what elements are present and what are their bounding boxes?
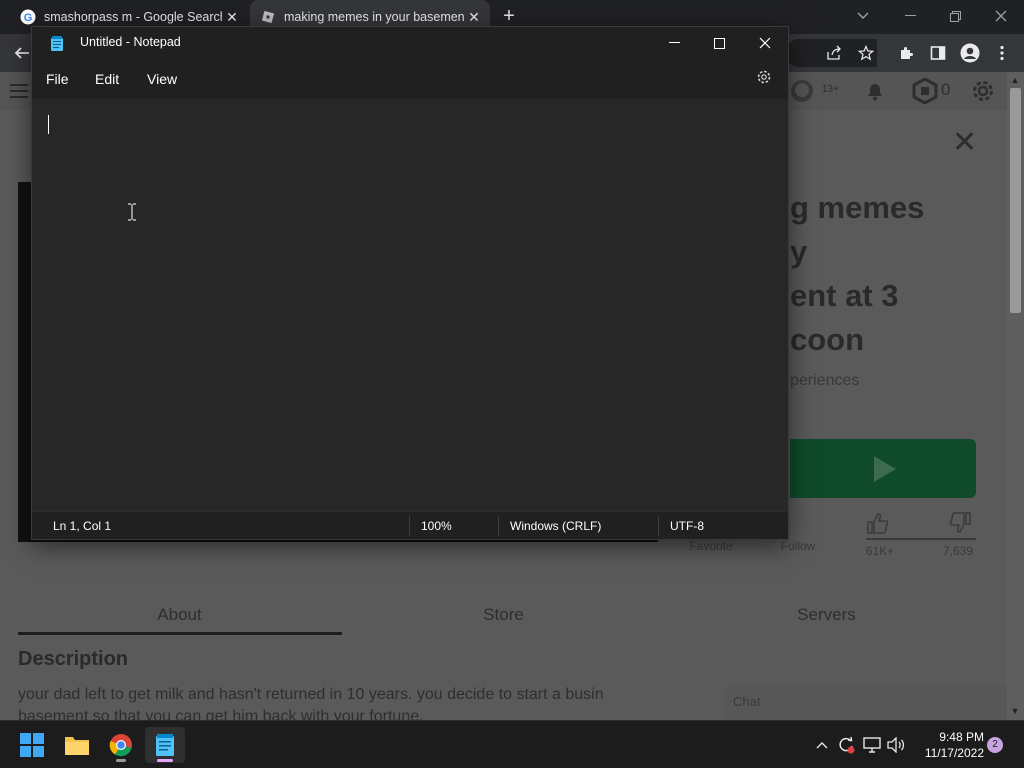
follow-label[interactable]: Follow bbox=[776, 539, 820, 553]
modal-close-icon[interactable]: ✕ bbox=[952, 128, 977, 158]
cursor-position: Ln 1, Col 1 bbox=[53, 519, 112, 533]
chrome-icon bbox=[109, 734, 132, 757]
menu-file[interactable]: File bbox=[46, 71, 69, 87]
tab-close-icon[interactable]: ✕ bbox=[222, 7, 242, 27]
menu-view[interactable]: View bbox=[147, 71, 177, 87]
like-count: 61K+ bbox=[865, 544, 895, 558]
notification-center-badge[interactable]: 2 bbox=[987, 737, 1003, 753]
notepad-menubar: File Edit View bbox=[32, 59, 788, 99]
status-divider bbox=[409, 516, 410, 536]
notification-bell-icon[interactable] bbox=[864, 80, 886, 107]
notepad-minimize-icon[interactable] bbox=[651, 27, 697, 59]
scroll-down-arrow-icon[interactable]: ▼ bbox=[1009, 705, 1021, 717]
thumbs-up-icon[interactable] bbox=[866, 512, 890, 539]
tab-store[interactable]: Store bbox=[342, 605, 665, 625]
browser-restore-icon[interactable] bbox=[938, 4, 972, 28]
bookmark-star-icon[interactable] bbox=[854, 41, 878, 65]
game-title-line-1: g memes bbox=[790, 190, 925, 225]
tab-close-icon[interactable]: ✕ bbox=[464, 7, 484, 27]
google-icon: G bbox=[20, 9, 36, 25]
scroll-up-arrow-icon[interactable]: ▲ bbox=[1009, 74, 1021, 86]
robux-count: 0 bbox=[941, 80, 951, 99]
play-button[interactable] bbox=[790, 439, 976, 498]
hamburger-menu-icon[interactable] bbox=[10, 84, 28, 98]
active-tab-indicator bbox=[18, 632, 342, 635]
ibeam-cursor-icon bbox=[127, 203, 137, 221]
windows-logo-icon bbox=[20, 733, 44, 757]
show-hidden-icons-chevron-icon[interactable] bbox=[812, 735, 832, 755]
new-tab-button[interactable]: + bbox=[498, 6, 520, 28]
game-creator-subtitle: periences bbox=[790, 372, 860, 389]
tab-search-chevron-icon[interactable] bbox=[846, 4, 880, 28]
zoom-level: 100% bbox=[421, 519, 452, 533]
thumbs-down-icon[interactable] bbox=[948, 512, 972, 539]
scrollbar-thumb[interactable] bbox=[1010, 88, 1021, 313]
line-ending: Windows (CRLF) bbox=[510, 519, 602, 533]
tab-servers[interactable]: Servers bbox=[665, 605, 988, 625]
notepad-window: Untitled - Notepad File Edit View Ln 1, … bbox=[31, 26, 789, 540]
play-triangle-icon bbox=[874, 455, 896, 482]
tab-title: smashorpass m - Google Search bbox=[44, 10, 222, 24]
windows-taskbar: 9:48 PM 11/17/2022 2 bbox=[0, 720, 1024, 768]
network-icon[interactable] bbox=[862, 735, 882, 755]
game-title-line-4: coon bbox=[790, 322, 865, 357]
side-panel-icon[interactable] bbox=[926, 41, 950, 65]
clock-date: 11/17/2022 bbox=[924, 746, 984, 760]
notepad-text-area[interactable] bbox=[32, 99, 788, 511]
favorite-label[interactable]: Favorite bbox=[686, 539, 736, 553]
folder-icon bbox=[65, 737, 89, 755]
browser-minimize-icon[interactable] bbox=[893, 4, 927, 28]
chrome-taskbar-button[interactable] bbox=[101, 727, 141, 763]
chat-button[interactable]: Chat bbox=[725, 686, 1007, 720]
file-explorer-button[interactable] bbox=[57, 727, 97, 763]
game-title-line-3: ent at 3 bbox=[790, 278, 899, 313]
notepad-window-title: Untitled - Notepad bbox=[80, 35, 181, 49]
description-heading: Description bbox=[18, 648, 129, 670]
game-title-line-2: y bbox=[790, 234, 808, 269]
status-divider bbox=[658, 516, 659, 536]
notepad-titlebar[interactable]: Untitled - Notepad bbox=[32, 27, 788, 59]
menu-edit[interactable]: Edit bbox=[95, 71, 119, 87]
tab-about[interactable]: About bbox=[18, 605, 341, 625]
text-caret bbox=[48, 115, 49, 134]
age-badge: 13+ bbox=[822, 84, 839, 95]
robux-icon[interactable] bbox=[912, 77, 938, 109]
extensions-puzzle-icon[interactable] bbox=[894, 41, 918, 65]
clock-time: 9:48 PM bbox=[939, 730, 984, 744]
avatar-headshot-icon[interactable] bbox=[790, 78, 814, 109]
vote-ratio-bar bbox=[866, 538, 976, 540]
sync-error-icon[interactable] bbox=[836, 735, 856, 755]
settings-gear-icon[interactable] bbox=[970, 78, 996, 109]
description-line-2: basement so that you can get him back wi… bbox=[18, 708, 424, 720]
running-indicator bbox=[116, 759, 126, 762]
profile-avatar-icon[interactable] bbox=[958, 41, 982, 65]
text-encoding: UTF-8 bbox=[670, 519, 704, 533]
notepad-maximize-icon[interactable] bbox=[696, 27, 742, 59]
page-scrollbar[interactable]: ▲ ▼ bbox=[1007, 72, 1024, 720]
notepad-app-icon bbox=[50, 36, 64, 51]
active-indicator bbox=[157, 759, 173, 762]
volume-icon[interactable] bbox=[886, 735, 906, 755]
browser-close-icon[interactable] bbox=[984, 4, 1018, 28]
svg-text:G: G bbox=[24, 12, 33, 24]
notepad-icon bbox=[156, 734, 174, 756]
tab-title: making memes in your basement bbox=[284, 10, 464, 24]
status-divider bbox=[498, 516, 499, 536]
notepad-settings-gear-icon[interactable] bbox=[756, 69, 776, 89]
description-line-1: your dad left to get milk and hasn't ret… bbox=[18, 686, 604, 703]
description-text: your dad left to get milk and hasn't ret… bbox=[18, 684, 723, 720]
roblox-icon bbox=[260, 9, 276, 25]
notepad-taskbar-button[interactable] bbox=[145, 727, 185, 763]
dislike-count: 7,639 bbox=[942, 544, 974, 558]
browser-menu-kebab-icon[interactable] bbox=[990, 41, 1014, 65]
share-icon[interactable] bbox=[822, 41, 846, 65]
system-clock[interactable]: 9:48 PM 11/17/2022 bbox=[912, 729, 984, 761]
notepad-status-bar: Ln 1, Col 1 100% Windows (CRLF) UTF-8 bbox=[32, 511, 788, 539]
notepad-close-icon[interactable] bbox=[742, 27, 788, 59]
desktop-screen: G smashorpass m - Google Search ✕ making… bbox=[0, 0, 1024, 768]
start-button[interactable] bbox=[12, 727, 52, 763]
